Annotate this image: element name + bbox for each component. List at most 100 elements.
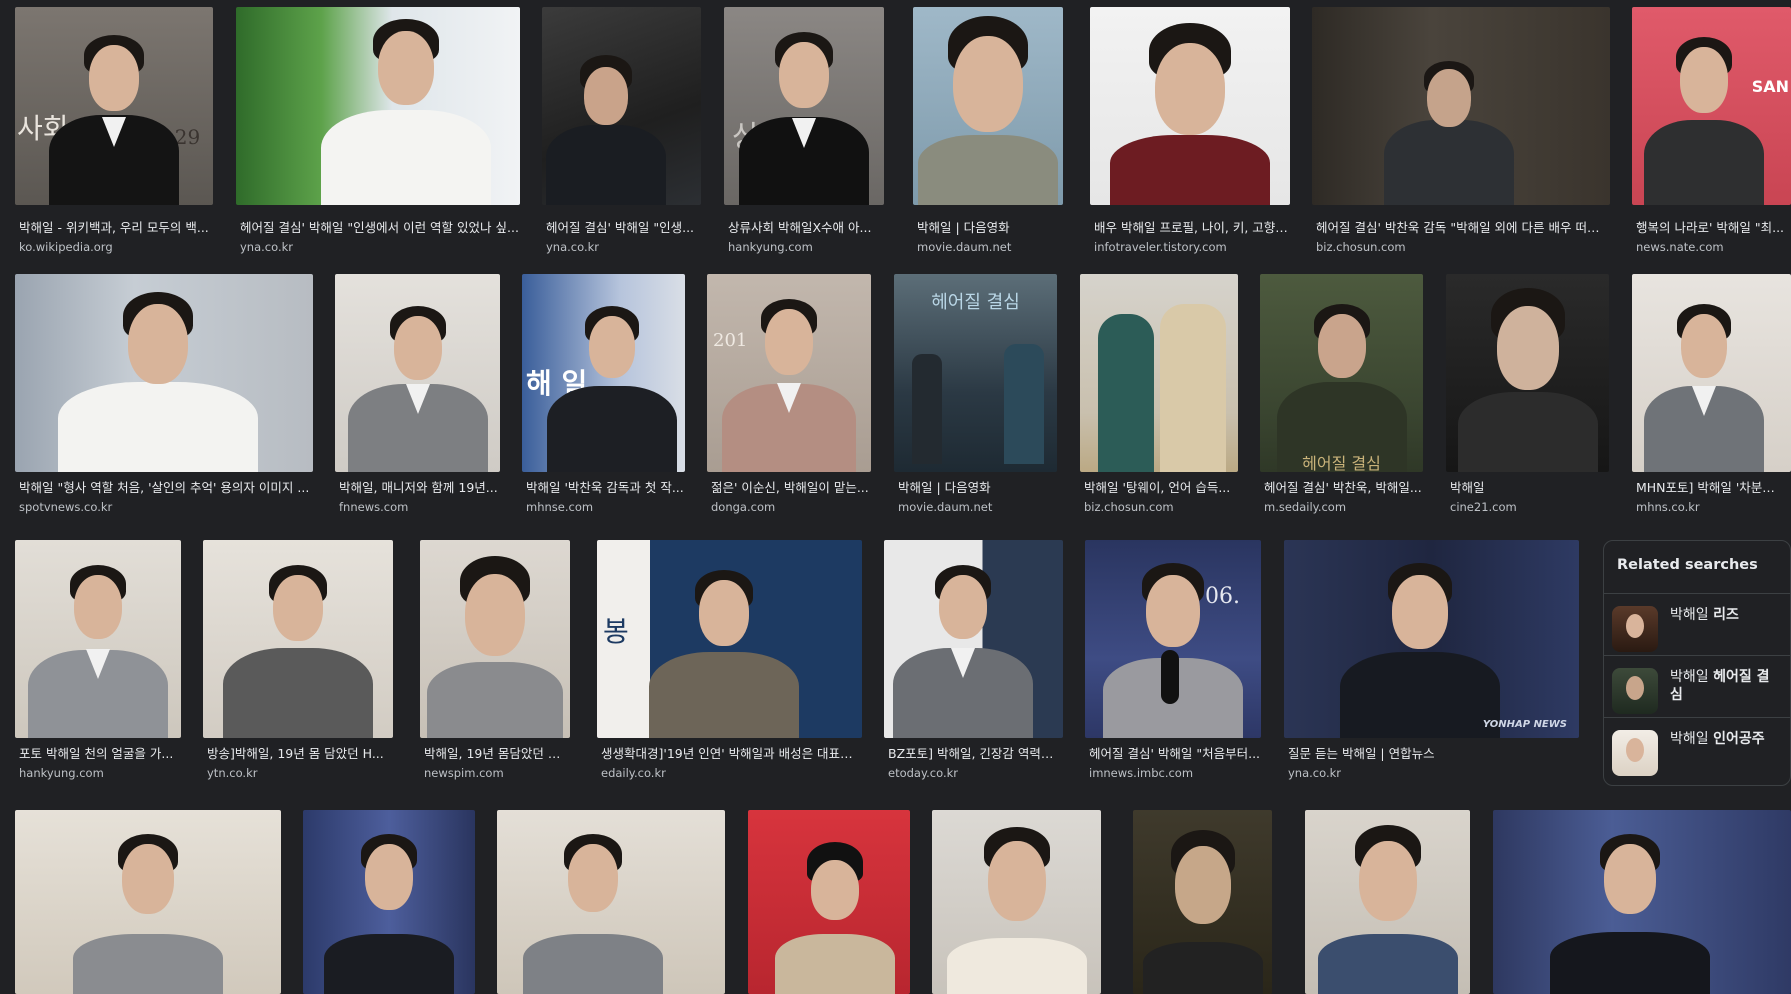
result-thumbnail[interactable] <box>420 540 570 738</box>
result-title[interactable]: 헤어질 결심' 박해일 "처음부터... <box>1089 746 1261 762</box>
image-result[interactable] <box>1133 810 1272 994</box>
related-search-item[interactable]: 박해일 리즈 <box>1604 593 1790 656</box>
result-title[interactable]: 방송]박해일, 19년 몸 담았던 H... <box>207 746 393 762</box>
image-result[interactable] <box>1305 810 1470 994</box>
result-thumbnail[interactable]: 해 일 <box>522 274 685 472</box>
image-result[interactable]: 박해일 cine21.com <box>1446 274 1609 514</box>
result-title[interactable]: 박해일 '탕웨이, 언어 습득... <box>1084 480 1238 496</box>
result-title[interactable]: 젊은' 이순신, 박해일이 맡는... <box>711 480 871 496</box>
result-thumbnail[interactable] <box>15 540 181 738</box>
result-thumbnail[interactable]: 상류사회 <box>724 7 884 205</box>
result-thumbnail[interactable]: 사회 08.29 <box>15 7 213 205</box>
image-result[interactable]: 헤어질 결심' 박해일 "인생... yna.co.kr <box>542 7 701 254</box>
result-thumbnail[interactable] <box>1312 7 1610 205</box>
image-result[interactable]: BZ포토] 박해일, 긴장감 역력한... etoday.co.kr <box>884 540 1063 780</box>
related-search-item[interactable]: 박해일 인어공주 <box>1604 717 1790 780</box>
image-result[interactable] <box>15 810 281 994</box>
image-result[interactable]: 박해일, 매니저와 함께 19년... fnnews.com <box>335 274 500 514</box>
image-result[interactable]: 박해일 '탕웨이, 언어 습득... biz.chosun.com <box>1080 274 1238 514</box>
result-thumbnail[interactable]: 201 <box>707 274 871 472</box>
result-thumbnail[interactable]: 봉 <box>597 540 862 738</box>
result-source[interactable]: cine21.com <box>1450 500 1609 514</box>
image-result[interactable] <box>1493 810 1791 994</box>
result-title[interactable]: 헤어질 결심' 박해일 "인생... <box>546 220 701 236</box>
result-thumbnail[interactable] <box>1080 274 1238 472</box>
result-title[interactable]: 생생확대경]'19년 인연' 박해일과 배성은 대표의... <box>601 746 862 762</box>
result-title[interactable]: 행복의 나라로' 박해일 "최... <box>1636 220 1786 236</box>
result-title[interactable]: 박해일 | 다음영화 <box>898 480 1057 496</box>
result-title[interactable]: 박해일 - 위키백과, 우리 모두의 백... <box>19 220 209 236</box>
image-result[interactable]: 해 일 박해일 '박찬욱 감독과 첫 작... mhnse.com <box>522 274 685 514</box>
result-title[interactable]: 박해일 | 다음영화 <box>917 220 1063 236</box>
result-thumbnail[interactable] <box>497 810 725 994</box>
image-result[interactable]: MHN포토] 박해일 '차분한 ... mhns.co.kr <box>1632 274 1791 514</box>
result-source[interactable]: infotraveler.tistory.com <box>1094 240 1290 254</box>
image-result[interactable]: 201 젊은' 이순신, 박해일이 맡는... donga.com <box>707 274 871 514</box>
result-title[interactable]: 헤어질 결심' 박해일 "인생에서 이런 역할 있었나 싶... <box>240 220 520 236</box>
result-source[interactable]: biz.chosun.com <box>1084 500 1238 514</box>
result-thumbnail[interactable]: 06. <box>1085 540 1261 738</box>
result-title[interactable]: 박해일, 매니저와 함께 19년... <box>339 480 500 496</box>
image-result[interactable]: 포토 박해일 천의 얼굴을 가... hankyung.com <box>15 540 181 780</box>
result-title[interactable]: 박해일 '박찬욱 감독과 첫 작... <box>526 480 685 496</box>
result-thumbnail[interactable] <box>748 810 910 994</box>
result-thumbnail[interactable] <box>542 7 701 205</box>
image-result[interactable]: 박해일 | 다음영화 movie.daum.net <box>913 7 1063 254</box>
image-result[interactable]: 헤어질 결심' 박해일 "인생에서 이런 역할 있었나 싶... yna.co.… <box>236 7 520 254</box>
result-source[interactable]: imnews.imbc.com <box>1089 766 1261 780</box>
result-source[interactable]: hankyung.com <box>728 240 884 254</box>
result-thumbnail[interactable] <box>932 810 1101 994</box>
result-source[interactable]: newspim.com <box>424 766 570 780</box>
result-title[interactable]: 배우 박해일 프로필, 나이, 키, 고향, ... <box>1094 220 1290 236</box>
result-title[interactable]: 헤어질 결심' 박찬욱 감독 "박해일 외에 다른 배우 떠오... <box>1316 220 1610 236</box>
result-source[interactable]: mhnse.com <box>526 500 685 514</box>
result-source[interactable]: fnnews.com <box>339 500 500 514</box>
image-result[interactable]: 봉 생생확대경]'19년 인연' 박해일과 배성은 대표의... edaily.… <box>597 540 862 780</box>
result-thumbnail[interactable]: 헤어질 결심 <box>1260 274 1423 472</box>
result-thumbnail[interactable] <box>203 540 393 738</box>
result-thumbnail[interactable]: YONHAP NEWS <box>1284 540 1579 738</box>
image-result[interactable]: 06. 헤어질 결심' 박해일 "처음부터... imnews.imbc.com <box>1085 540 1261 780</box>
image-result[interactable]: SAN 행복의 나라로' 박해일 "최... news.nate.com <box>1632 7 1791 254</box>
result-source[interactable]: yna.co.kr <box>546 240 701 254</box>
image-result[interactable]: 방송]박해일, 19년 몸 담았던 H... ytn.co.kr <box>203 540 393 780</box>
result-source[interactable]: etoday.co.kr <box>888 766 1063 780</box>
image-result[interactable] <box>497 810 725 994</box>
result-thumbnail[interactable]: 헤어질 결심 <box>894 274 1057 472</box>
result-source[interactable]: mhns.co.kr <box>1636 500 1786 514</box>
result-source[interactable]: m.sedaily.com <box>1264 500 1423 514</box>
result-source[interactable]: news.nate.com <box>1636 240 1786 254</box>
image-result[interactable]: YONHAP NEWS 질문 듣는 박해일 | 연합뉴스 yna.co.kr <box>1284 540 1579 780</box>
result-source[interactable]: biz.chosun.com <box>1316 240 1610 254</box>
result-thumbnail[interactable] <box>1090 7 1290 205</box>
image-result[interactable]: 헤어질 결심 헤어질 결심' 박찬욱, 박해일... m.sedaily.com <box>1260 274 1423 514</box>
result-source[interactable]: movie.daum.net <box>898 500 1057 514</box>
result-title[interactable]: 질문 듣는 박해일 | 연합뉴스 <box>1288 746 1579 762</box>
result-title[interactable]: BZ포토] 박해일, 긴장감 역력한... <box>888 746 1063 762</box>
result-source[interactable]: spotvnews.co.kr <box>19 500 313 514</box>
image-result[interactable]: 헤어질 결심 박해일 | 다음영화 movie.daum.net <box>894 274 1057 514</box>
result-thumbnail[interactable] <box>1446 274 1609 472</box>
result-title[interactable]: 헤어질 결심' 박찬욱, 박해일... <box>1264 480 1423 496</box>
result-thumbnail[interactable] <box>335 274 500 472</box>
result-thumbnail[interactable] <box>236 7 520 205</box>
image-result[interactable]: 헤어질 결심' 박찬욱 감독 "박해일 외에 다른 배우 떠오... biz.c… <box>1312 7 1610 254</box>
result-thumbnail[interactable] <box>1632 274 1791 472</box>
image-result[interactable]: 박해일 "형사 역할 처음, '살인의 추억' 용의자 이미지 ... spot… <box>15 274 313 514</box>
result-source[interactable]: yna.co.kr <box>1288 766 1579 780</box>
image-result[interactable] <box>748 810 910 994</box>
image-result[interactable]: 사회 08.29 박해일 - 위키백과, 우리 모두의 백... ko.wiki… <box>15 7 213 254</box>
result-title[interactable]: 박해일, 19년 몸담았던 소... <box>424 746 570 762</box>
related-search-item[interactable]: 박해일 헤어질 결심 <box>1604 655 1790 718</box>
result-thumbnail[interactable]: SAN <box>1632 7 1791 205</box>
result-thumbnail[interactable] <box>1493 810 1791 994</box>
result-thumbnail[interactable] <box>1133 810 1272 994</box>
image-result[interactable]: 상류사회 상류사회 박해일X수애 아... hankyung.com <box>724 7 884 254</box>
result-source[interactable]: hankyung.com <box>19 766 181 780</box>
result-thumbnail[interactable] <box>884 540 1063 738</box>
result-title[interactable]: MHN포토] 박해일 '차분한 ... <box>1636 480 1786 496</box>
result-source[interactable]: ko.wikipedia.org <box>19 240 209 254</box>
result-title[interactable]: 박해일 "형사 역할 처음, '살인의 추억' 용의자 이미지 ... <box>19 480 313 496</box>
image-result[interactable]: 박해일, 19년 몸담았던 소... newspim.com <box>420 540 570 780</box>
result-title[interactable]: 상류사회 박해일X수애 아... <box>728 220 884 236</box>
